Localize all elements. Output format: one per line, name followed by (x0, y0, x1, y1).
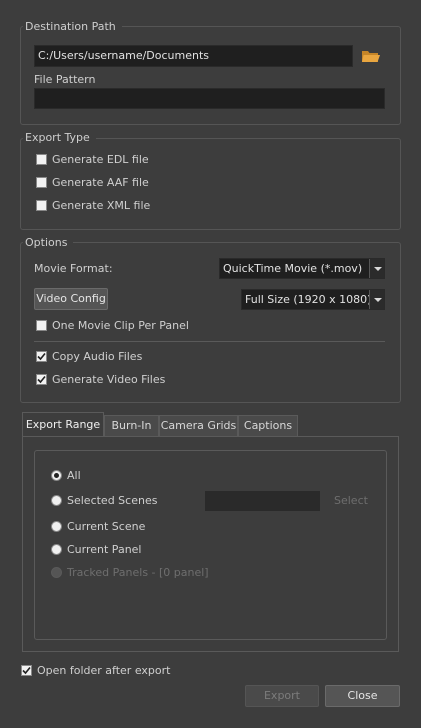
size-value: Full Size (1920 x 1080) (245, 293, 372, 306)
select-button[interactable]: Select (334, 494, 368, 508)
copy-audio-checkbox[interactable] (36, 351, 47, 362)
radio-current-scene[interactable] (51, 521, 62, 532)
tab-captions[interactable]: Captions (238, 415, 298, 436)
check-icon (37, 352, 46, 361)
radio-all-label: All (67, 469, 81, 482)
movie-format-select[interactable]: QuickTime Movie (*.mov) (219, 258, 385, 279)
selected-scenes-input (205, 491, 320, 511)
file-pattern-label: File Pattern (34, 73, 96, 86)
tab-camera-grids[interactable]: Camera Grids (159, 415, 238, 436)
export-button[interactable]: Export (245, 685, 319, 707)
copy-audio-label: Copy Audio Files (52, 350, 143, 363)
one-movie-clip-label: One Movie Clip Per Panel (52, 319, 189, 332)
chevron-down-icon (369, 290, 384, 309)
generate-video-label: Generate Video Files (52, 373, 166, 386)
radio-current-scene-label: Current Scene (67, 520, 146, 533)
radio-selected-scenes[interactable] (51, 495, 62, 506)
open-folder-label: Open folder after export (37, 664, 171, 677)
folder-icon[interactable] (361, 48, 381, 64)
open-folder-checkbox[interactable] (21, 665, 32, 676)
destination-path-title: Destination Path (23, 20, 122, 34)
generate-xml-checkbox[interactable] (36, 200, 47, 211)
generate-aaf-label: Generate AAF file (52, 176, 149, 189)
check-icon (37, 375, 46, 384)
chevron-down-icon (369, 259, 384, 278)
generate-aaf-checkbox[interactable] (36, 177, 47, 188)
check-icon (22, 666, 31, 675)
radio-all[interactable] (51, 470, 62, 481)
generate-edl-label: Generate EDL file (52, 153, 149, 166)
generate-edl-checkbox[interactable] (36, 154, 47, 165)
options-title: Options (23, 236, 74, 250)
export-type-title: Export Type (23, 131, 96, 145)
close-button[interactable]: Close (325, 685, 400, 707)
radio-current-panel[interactable] (51, 544, 62, 555)
video-config-button[interactable]: Video Config (34, 288, 108, 310)
tab-burn-in[interactable]: Burn-In (104, 415, 159, 436)
generate-video-checkbox[interactable] (36, 374, 47, 385)
radio-tracked-panels-label: Tracked Panels - [0 panel] (67, 566, 209, 579)
movie-format-label: Movie Format: (34, 262, 113, 275)
file-pattern-input[interactable] (34, 88, 385, 109)
radio-selected-scenes-label: Selected Scenes (67, 494, 158, 507)
options-divider (34, 341, 385, 342)
generate-xml-label: Generate XML file (52, 199, 151, 212)
movie-format-value: QuickTime Movie (*.mov) (223, 262, 363, 275)
size-select[interactable]: Full Size (1920 x 1080) (241, 289, 385, 310)
one-movie-clip-checkbox[interactable] (36, 320, 47, 331)
radio-current-panel-label: Current Panel (67, 543, 142, 556)
radio-tracked-panels (51, 567, 62, 578)
destination-path-input[interactable]: C:/Users/username/Documents (34, 45, 353, 67)
tab-export-range[interactable]: Export Range (22, 412, 104, 437)
